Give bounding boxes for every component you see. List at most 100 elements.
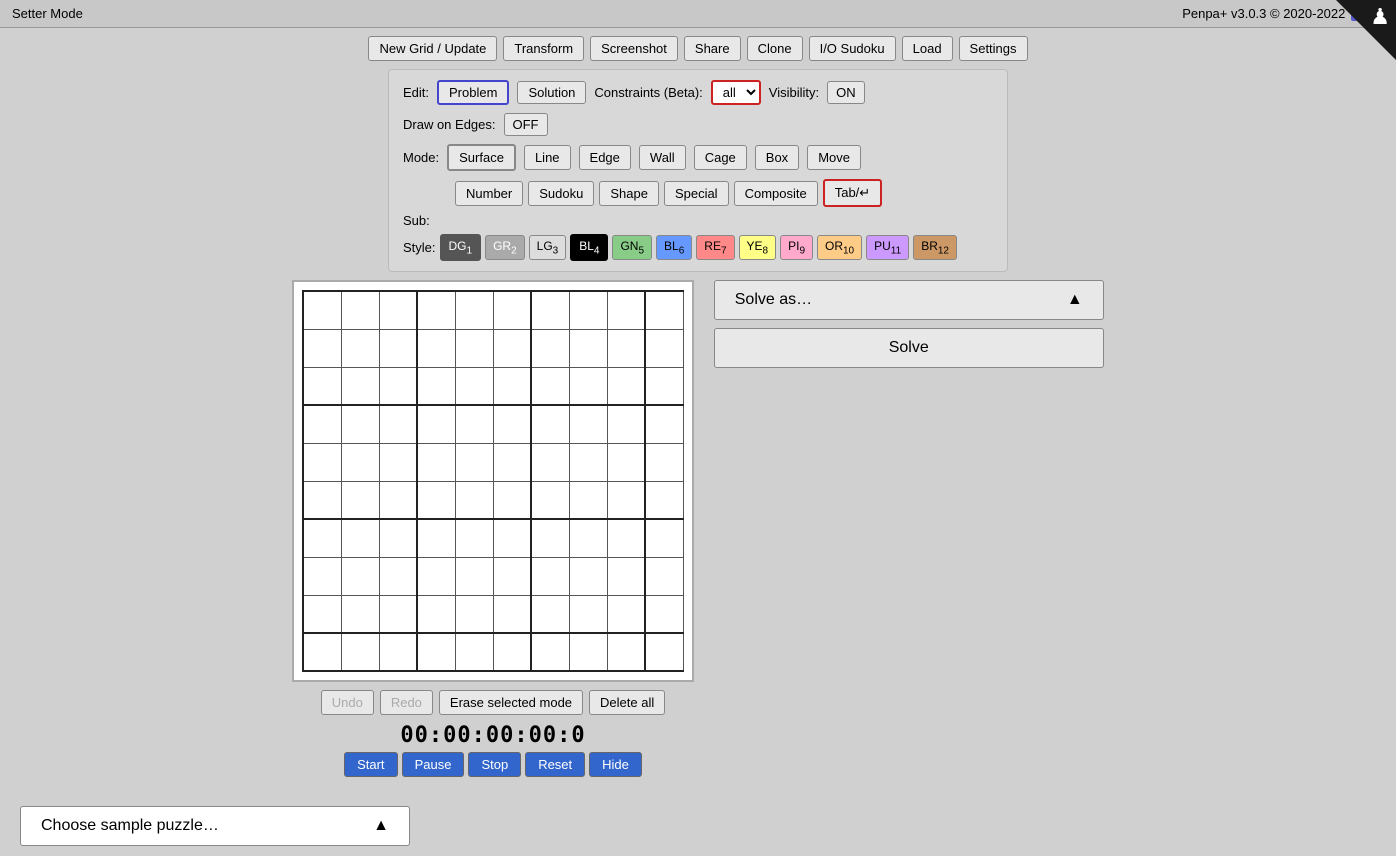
start-button[interactable]: Start	[344, 752, 397, 777]
grid-cell[interactable]	[607, 443, 645, 481]
grid-cell[interactable]	[607, 595, 645, 633]
mode-surface[interactable]: Surface	[447, 144, 516, 171]
grid-cell[interactable]	[379, 481, 417, 519]
style-re7[interactable]: RE7	[696, 235, 734, 260]
grid-cell[interactable]	[379, 557, 417, 595]
grid-cell[interactable]	[607, 291, 645, 329]
hide-button[interactable]: Hide	[589, 752, 642, 777]
mode-box[interactable]: Box	[755, 145, 799, 170]
grid-cell[interactable]	[455, 329, 493, 367]
draw-edges-button[interactable]: OFF	[504, 113, 548, 136]
style-or10[interactable]: OR10	[817, 235, 862, 260]
grid-cell[interactable]	[303, 367, 341, 405]
grid-cell[interactable]	[379, 329, 417, 367]
new-grid-button[interactable]: New Grid / Update	[368, 36, 497, 61]
grid-cell[interactable]	[493, 367, 531, 405]
mode-composite[interactable]: Composite	[734, 181, 818, 206]
grid-cell[interactable]	[531, 329, 569, 367]
visibility-button[interactable]: ON	[827, 81, 865, 104]
mode-number[interactable]: Number	[455, 181, 523, 206]
grid-cell[interactable]	[493, 633, 531, 671]
grid-cell[interactable]	[569, 595, 607, 633]
grid-cell[interactable]	[303, 633, 341, 671]
grid-cell[interactable]	[303, 557, 341, 595]
grid-cell[interactable]	[417, 633, 455, 671]
mode-special[interactable]: Special	[664, 181, 729, 206]
grid-cell[interactable]	[569, 443, 607, 481]
clone-button[interactable]: Clone	[747, 36, 803, 61]
grid-cell[interactable]	[379, 367, 417, 405]
style-br12[interactable]: BR12	[913, 235, 957, 260]
grid-cell[interactable]	[607, 405, 645, 443]
grid-cell[interactable]	[493, 595, 531, 633]
redo-button[interactable]: Redo	[380, 690, 433, 715]
grid-cell[interactable]	[379, 405, 417, 443]
pause-button[interactable]: Pause	[402, 752, 465, 777]
stop-button[interactable]: Stop	[468, 752, 521, 777]
settings-button[interactable]: Settings	[959, 36, 1028, 61]
grid-cell[interactable]	[341, 519, 379, 557]
grid-cell[interactable]	[493, 557, 531, 595]
table-row[interactable]	[303, 329, 683, 367]
style-lg3[interactable]: LG3	[529, 235, 567, 260]
grid-cell[interactable]	[645, 557, 683, 595]
solve-as-button[interactable]: Solve as… ▲	[714, 280, 1104, 320]
grid-cell[interactable]	[417, 405, 455, 443]
grid-cell[interactable]	[341, 557, 379, 595]
grid-cell[interactable]	[607, 557, 645, 595]
grid-cell[interactable]	[341, 329, 379, 367]
solution-button[interactable]: Solution	[517, 81, 586, 104]
grid-cell[interactable]	[531, 595, 569, 633]
table-row[interactable]	[303, 633, 683, 671]
grid-cell[interactable]	[531, 633, 569, 671]
grid-cell[interactable]	[417, 557, 455, 595]
grid-cell[interactable]	[455, 367, 493, 405]
grid-cell[interactable]	[455, 519, 493, 557]
grid-cell[interactable]	[569, 557, 607, 595]
grid-cell[interactable]	[531, 405, 569, 443]
grid-cell[interactable]	[379, 519, 417, 557]
style-pu11[interactable]: PU11	[866, 235, 909, 260]
grid-cell[interactable]	[341, 595, 379, 633]
grid-cell[interactable]	[645, 405, 683, 443]
grid-cell[interactable]	[607, 367, 645, 405]
grid-cell[interactable]	[493, 329, 531, 367]
table-row[interactable]	[303, 557, 683, 595]
grid-cell[interactable]	[303, 443, 341, 481]
style-bl4[interactable]: BL4	[570, 234, 608, 261]
mode-cage[interactable]: Cage	[694, 145, 747, 170]
solve-button[interactable]: Solve	[714, 328, 1104, 368]
grid-cell[interactable]	[569, 633, 607, 671]
grid-cell[interactable]	[607, 481, 645, 519]
grid-cell[interactable]	[531, 481, 569, 519]
grid-cell[interactable]	[341, 481, 379, 519]
style-dg1[interactable]: DG1	[440, 234, 482, 261]
grid-cell[interactable]	[303, 481, 341, 519]
grid-cell[interactable]	[417, 329, 455, 367]
sample-puzzle-button[interactable]: Choose sample puzzle… ▲	[20, 806, 410, 846]
style-gr2[interactable]: GR2	[485, 235, 525, 260]
grid-cell[interactable]	[531, 291, 569, 329]
grid-cell[interactable]	[645, 595, 683, 633]
sudoku-grid[interactable]	[302, 290, 684, 672]
mode-line[interactable]: Line	[524, 145, 571, 170]
grid-cell[interactable]	[607, 519, 645, 557]
grid-cell[interactable]	[417, 443, 455, 481]
share-button[interactable]: Share	[684, 36, 741, 61]
mode-sudoku[interactable]: Sudoku	[528, 181, 594, 206]
table-row[interactable]	[303, 519, 683, 557]
table-row[interactable]	[303, 595, 683, 633]
io-sudoku-button[interactable]: I/O Sudoku	[809, 36, 896, 61]
grid-cell[interactable]	[493, 519, 531, 557]
reset-button[interactable]: Reset	[525, 752, 585, 777]
grid-cell[interactable]	[531, 367, 569, 405]
grid-cell[interactable]	[341, 633, 379, 671]
grid-cell[interactable]	[493, 481, 531, 519]
grid-cell[interactable]	[645, 291, 683, 329]
table-row[interactable]	[303, 405, 683, 443]
grid-cell[interactable]	[455, 291, 493, 329]
grid-cell[interactable]	[531, 519, 569, 557]
style-ye8[interactable]: YE8	[739, 235, 777, 260]
grid-cell[interactable]	[303, 519, 341, 557]
grid-cell[interactable]	[645, 367, 683, 405]
